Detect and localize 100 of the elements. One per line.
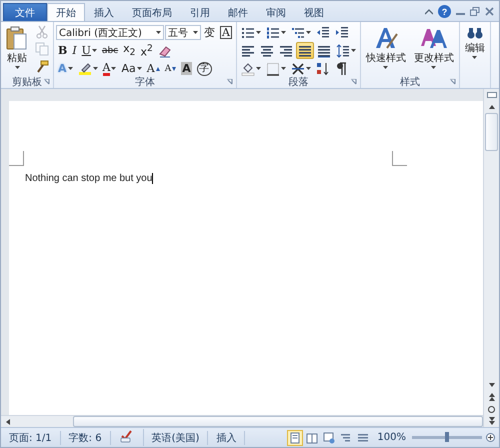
caret-icon <box>306 67 311 70</box>
dialog-launcher-icon <box>226 79 233 85</box>
highlighter-icon <box>78 62 92 76</box>
styles-letters-icon <box>420 26 448 50</box>
ribbon-tab[interactable]: 视图 <box>295 3 333 21</box>
caret-icon <box>136 67 142 70</box>
caret-icon <box>68 67 73 70</box>
character-border-button[interactable]: A <box>218 24 234 41</box>
double-up-arrow-icon <box>488 393 494 401</box>
status-text[interactable]: 字数: 6 <box>60 430 111 444</box>
down-arrow-icon <box>488 383 494 387</box>
copy-icon <box>35 42 49 56</box>
subscript-button[interactable]: x$_{2}$ <box>121 42 138 59</box>
caret-icon <box>350 49 356 52</box>
up-arrow-icon <box>488 105 494 109</box>
ribbon-tab[interactable]: 审阅 <box>257 3 295 21</box>
text-cursor <box>152 173 154 184</box>
grow-font-button[interactable]: A <box>144 60 162 77</box>
caret-icon <box>280 67 286 70</box>
ruler-icon <box>486 92 496 98</box>
dialog-launcher-icon <box>350 79 357 85</box>
scrollbar-thumb[interactable] <box>73 416 483 427</box>
brush-icon <box>35 60 49 74</box>
status-text[interactable]: 页面: 1/1 <box>1 430 61 444</box>
globe-page-icon <box>323 432 336 444</box>
pilcrow-icon <box>334 62 349 76</box>
caret-icon <box>472 56 478 59</box>
numbered-list-icon <box>266 26 280 40</box>
strikethrough-button[interactable]: abc <box>100 42 120 59</box>
dialog-launcher-icon <box>450 79 456 85</box>
shrink-font-button[interactable]: A <box>162 60 178 77</box>
caret-icon <box>256 31 261 34</box>
view-button[interactable] <box>321 430 338 446</box>
group-label: 剪贴板 <box>12 76 42 88</box>
bullet-list-icon <box>240 26 255 40</box>
open-book-icon <box>306 432 318 444</box>
ruler-toggle-button[interactable] <box>484 89 498 101</box>
status-text[interactable]: 插入 <box>208 430 246 444</box>
ribbon-tab[interactable]: 插入 <box>85 3 123 21</box>
group-label: 字体 <box>134 76 155 88</box>
caret-icon <box>111 67 116 70</box>
ribbon-tab[interactable]: 引用 <box>181 3 219 21</box>
caret-icon <box>14 66 20 69</box>
group-label: 样式 <box>400 76 420 88</box>
caret-icon <box>431 66 436 69</box>
font-color-button[interactable]: A <box>100 60 118 77</box>
character-shading-button[interactable]: A <box>179 60 194 77</box>
change-case-button[interactable]: Aa <box>119 60 144 77</box>
file-tab[interactable]: 文件 <box>3 3 47 21</box>
document-text: Nothing can stop me but you <box>25 173 152 184</box>
restore-icon <box>470 7 480 16</box>
group-label: 段落 <box>288 76 308 88</box>
ribbon-tab[interactable]: 邮件 <box>219 3 257 21</box>
editing-button[interactable]: 编辑 <box>462 24 488 88</box>
paint-bucket-icon <box>240 62 255 76</box>
distributed-alignment-icon <box>316 44 331 58</box>
superscript-button[interactable]: x$^{2}$ <box>138 42 155 59</box>
borders-icon <box>266 62 280 76</box>
phonetic-guide-button[interactable]: 变 <box>202 24 217 41</box>
zoom-slider-thumb[interactable] <box>445 432 449 442</box>
font-name-field[interactable]: Calibri (西文正文) <box>56 25 164 40</box>
justify-button[interactable] <box>296 42 314 59</box>
alignment-icon <box>240 44 255 58</box>
circle-icon <box>488 406 495 412</box>
caret-icon <box>256 67 261 70</box>
left-arrow-icon <box>6 418 10 424</box>
change-styles-button[interactable]: 更改样式 <box>410 24 457 75</box>
ribbon-tab[interactable]: 开始 <box>47 3 85 21</box>
italic-button[interactable]: I <box>70 42 79 59</box>
eraser-icon <box>158 44 172 58</box>
draft-view-icon <box>357 432 370 444</box>
ribbon-tab[interactable]: 页面布局 <box>123 3 181 21</box>
view-button[interactable] <box>287 430 304 446</box>
enclose-character-button[interactable]: 字 <box>194 60 214 77</box>
sort-icon <box>316 62 330 76</box>
multilevel-list-icon <box>290 26 305 40</box>
alignment-icon <box>260 44 274 58</box>
alignment-icon <box>278 44 293 58</box>
dialog-launcher-icon <box>44 79 50 85</box>
status-text[interactable]: 英语(美国) <box>144 430 208 444</box>
indent-icon <box>334 26 349 40</box>
quick-styles-button[interactable]: 快速样式 <box>362 24 409 75</box>
underline-button[interactable]: U <box>80 42 99 59</box>
caret-icon <box>193 31 198 34</box>
line-spacing-button[interactable] <box>334 42 358 59</box>
paste-button[interactable]: 粘贴 <box>3 24 31 75</box>
zoom-level[interactable]: 100% <box>371 432 412 443</box>
help-button[interactable]: ? <box>438 5 451 18</box>
scrollbar-thumb[interactable] <box>485 113 498 151</box>
caret-icon <box>92 67 98 70</box>
font-size-field[interactable]: 五号 <box>165 25 201 40</box>
caret-icon <box>383 66 388 69</box>
down-caret-icon <box>172 66 176 70</box>
print-layout-icon <box>289 432 302 444</box>
close-icon <box>485 7 494 16</box>
alignment-icon <box>298 44 312 58</box>
bold-button[interactable]: B <box>56 42 70 59</box>
caret-icon <box>280 31 286 34</box>
line-spacing-icon <box>336 44 350 58</box>
outdent-icon <box>316 26 330 40</box>
